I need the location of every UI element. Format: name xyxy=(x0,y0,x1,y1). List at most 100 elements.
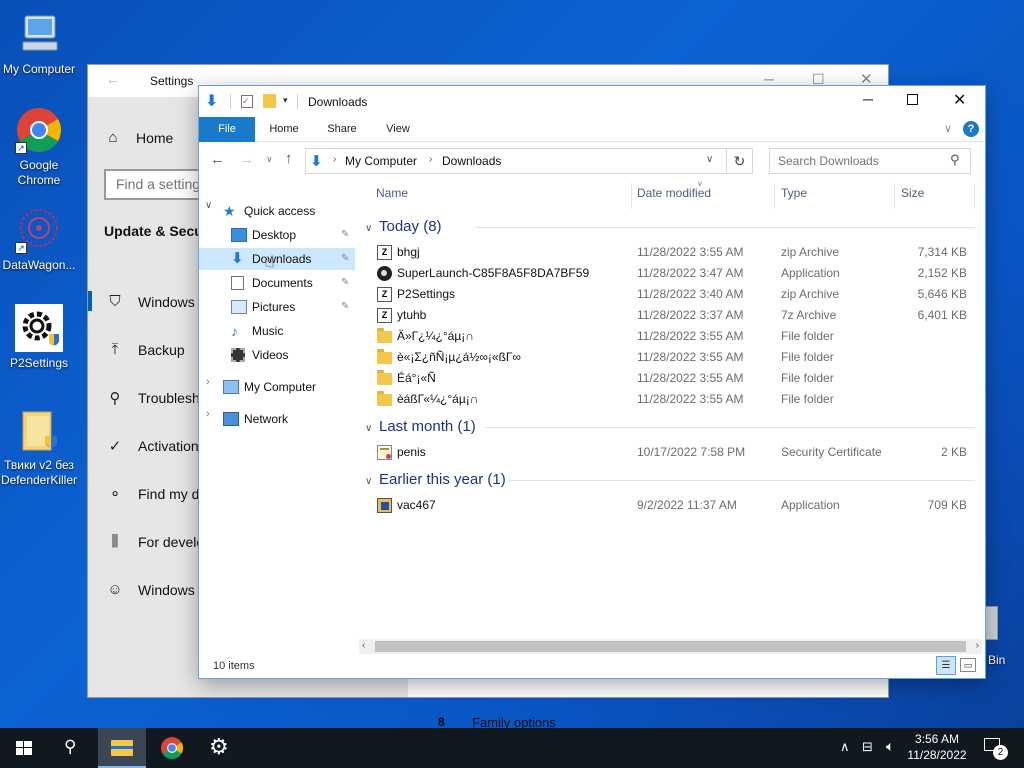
file-row[interactable]: Éá°¡«Ñ 11/28/2022 3:55 AM File folder xyxy=(377,368,967,389)
desktop-icon-recycle-bin[interactable]: Bin xyxy=(982,606,1024,667)
nav-label: Desktop xyxy=(252,228,297,242)
nav-label: Documents xyxy=(252,276,313,290)
settings-item-activation[interactable]: ✓ Activation xyxy=(106,437,199,455)
group-label: Earlier this year (1) xyxy=(379,471,506,488)
pin-icon[interactable]: ✎ xyxy=(341,224,349,246)
back-button[interactable]: ← xyxy=(210,151,225,168)
nav-network[interactable]: Network xyxy=(223,408,358,430)
settings-item-find-my-device[interactable]: ⚬ Find my de xyxy=(106,485,208,503)
nav-pictures[interactable]: Pictures ✎ xyxy=(231,296,359,318)
nav-downloads[interactable]: ⬇ Downloads ✎ xyxy=(199,248,355,270)
pin-icon[interactable]: ✎ xyxy=(341,296,349,318)
file-row[interactable]: Z ytuhb 11/28/2022 3:37 AM 7z Archive 6,… xyxy=(377,305,967,326)
settings-home-label: Home xyxy=(136,129,174,146)
settings-item-windows-security[interactable]: ⛉ Windows S xyxy=(106,293,208,310)
refresh-button[interactable]: ↻ xyxy=(727,148,753,174)
file-explorer-window[interactable]: ⬇ ✓ ▾ Downloads ─ ✕ File Home Share View… xyxy=(199,86,985,678)
file-type: zip Archive xyxy=(781,287,840,301)
file-row[interactable]: SuperLaunch-C85F8A5F8DA7BF59 11/28/2022 … xyxy=(377,263,967,284)
desktop-icon-google-chrome[interactable]: ↗ Google Chrome xyxy=(0,106,78,188)
tab-view[interactable]: View xyxy=(375,117,421,142)
network-status-icon[interactable]: ⊟ xyxy=(862,739,873,755)
maximize-button[interactable] xyxy=(907,94,918,105)
help-icon[interactable]: ? xyxy=(963,121,979,137)
scroll-left-arrow-icon[interactable]: ‹ xyxy=(362,640,365,651)
column-header-size[interactable]: Size xyxy=(901,186,924,206)
start-button[interactable] xyxy=(0,728,48,768)
nav-my-computer[interactable]: My Computer xyxy=(223,376,358,398)
column-header-name[interactable]: Name xyxy=(376,186,408,206)
file-row[interactable]: penis 10/17/2022 7:58 PM Security Certif… xyxy=(377,442,967,463)
nav-documents[interactable]: Documents ✎ xyxy=(231,272,359,294)
close-button[interactable]: ✕ xyxy=(953,90,966,110)
expand-chevron-icon[interactable]: ∨ xyxy=(205,200,212,211)
scroll-right-arrow-icon[interactable]: › xyxy=(976,640,979,651)
search-icon: ⚲ xyxy=(950,152,960,167)
taskbar-file-explorer[interactable] xyxy=(98,728,146,768)
group-header-earlier-this-year[interactable]: ∨ Earlier this year (1) xyxy=(365,470,506,490)
breadcrumb-downloads[interactable]: Downloads xyxy=(442,154,501,168)
taskbar-settings[interactable]: ⚙ xyxy=(196,728,244,768)
group-header-today[interactable]: ∨ Today (8) xyxy=(365,217,442,237)
address-dropdown-icon[interactable]: ∨ xyxy=(706,154,713,165)
divider xyxy=(297,94,298,109)
horizontal-scrollbar[interactable]: ‹ › xyxy=(359,639,982,654)
tab-file[interactable]: File xyxy=(199,117,255,142)
minimize-button[interactable]: ─ xyxy=(764,71,774,87)
settings-item-for-developers[interactable]: ⫼ For develo xyxy=(106,533,205,550)
column-header-date[interactable]: Date modified xyxy=(637,186,711,206)
volume-icon[interactable]: 🔈︎ xyxy=(886,738,894,755)
expand-ribbon-icon[interactable]: ∨ xyxy=(944,122,952,135)
address-bar[interactable]: ⬇ › My Computer › Downloads ∨ xyxy=(305,148,727,174)
settings-item-windows-insider[interactable]: ☺ Windows I xyxy=(106,581,202,598)
nav-desktop[interactable]: Desktop ✎ xyxy=(231,224,359,246)
details-view-button[interactable]: ☰ xyxy=(936,656,956,675)
clock[interactable]: 3:56 AM 11/28/2022 xyxy=(906,731,968,763)
settings-home-link[interactable]: ⌂ Home xyxy=(104,129,173,146)
search-box[interactable]: ⚲ xyxy=(769,148,971,174)
scrollbar-thumb[interactable] xyxy=(375,641,966,652)
star-icon: ★ xyxy=(223,203,236,219)
taskbar-chrome[interactable] xyxy=(148,728,196,768)
nav-quick-access[interactable]: ★ Quick access xyxy=(223,200,358,222)
desktop-icon-my-computer[interactable]: My Computer xyxy=(0,10,78,77)
explorer-titlebar[interactable]: ⬇ ✓ ▾ Downloads ─ ✕ xyxy=(199,86,985,117)
action-center-button[interactable]: 2 xyxy=(980,736,1008,762)
recent-locations-icon[interactable]: ∨ xyxy=(266,154,273,165)
nav-videos[interactable]: Videos xyxy=(231,344,359,366)
pin-icon[interactable]: ✎ xyxy=(341,272,349,294)
file-row[interactable]: Ä»Г¿¼¿°áµ¡∩ 11/28/2022 3:55 AM File fold… xyxy=(377,326,967,347)
search-button[interactable]: ⚲ xyxy=(48,728,96,768)
file-row[interactable]: è«¡Σ¿ñÑ¡µ¿á½∞¡«ßГ∞ 11/28/2022 3:55 AM Fi… xyxy=(377,347,967,368)
settings-item-troubleshoot[interactable]: ⚲ Troublesho xyxy=(106,389,208,407)
desktop-icon-label: DataWagon... xyxy=(2,258,76,272)
file-row[interactable]: Z bhgj 11/28/2022 3:55 AM zip Archive 7,… xyxy=(377,242,967,263)
tab-share[interactable]: Share xyxy=(319,117,365,142)
back-arrow-icon[interactable]: ← xyxy=(106,71,120,87)
file-row[interactable]: èáßГ«¼¿°áµ¡∩ 11/28/2022 3:55 AM File fol… xyxy=(377,389,967,410)
file-row[interactable]: vac467 9/2/2022 11:37 AM Application 709… xyxy=(377,495,967,516)
column-header-type[interactable]: Type xyxy=(781,186,807,206)
nav-music[interactable]: ♪ Music xyxy=(231,320,359,342)
group-header-last-month[interactable]: ∨ Last month (1) xyxy=(365,417,476,437)
new-folder-icon[interactable] xyxy=(263,94,276,108)
expand-chevron-icon[interactable]: › xyxy=(206,376,210,388)
desktop-icon-p2settings[interactable]: P2Settings xyxy=(0,304,78,371)
file-size: 7,314 KB xyxy=(917,245,967,259)
show-hidden-icons-chevron-icon[interactable]: ∧ xyxy=(840,739,850,755)
minimize-button[interactable]: ─ xyxy=(863,91,873,107)
pin-icon[interactable]: ✎ xyxy=(341,248,349,270)
settings-item-backup[interactable]: ⤒ Backup xyxy=(106,341,185,358)
breadcrumb-my-computer[interactable]: My Computer xyxy=(345,154,417,168)
expand-chevron-icon[interactable]: › xyxy=(206,408,210,420)
search-input[interactable] xyxy=(778,154,938,168)
tab-home[interactable]: Home xyxy=(261,117,307,142)
desktop-icon-tweaks[interactable]: Твики v2 без DefenderKiller xyxy=(0,406,78,488)
up-button[interactable]: ↑ xyxy=(285,150,293,167)
desktop-icon-datawagon[interactable]: ↗ DataWagon... xyxy=(0,206,78,273)
forward-button[interactable]: → xyxy=(239,151,254,168)
properties-checkbox-icon[interactable]: ✓ xyxy=(241,95,253,108)
quick-access-dropdown-icon[interactable]: ▾ xyxy=(283,95,288,106)
large-icons-view-button[interactable]: ▭ xyxy=(960,658,976,672)
file-row[interactable]: Z P2Settings 11/28/2022 3:40 AM zip Arch… xyxy=(377,284,967,305)
